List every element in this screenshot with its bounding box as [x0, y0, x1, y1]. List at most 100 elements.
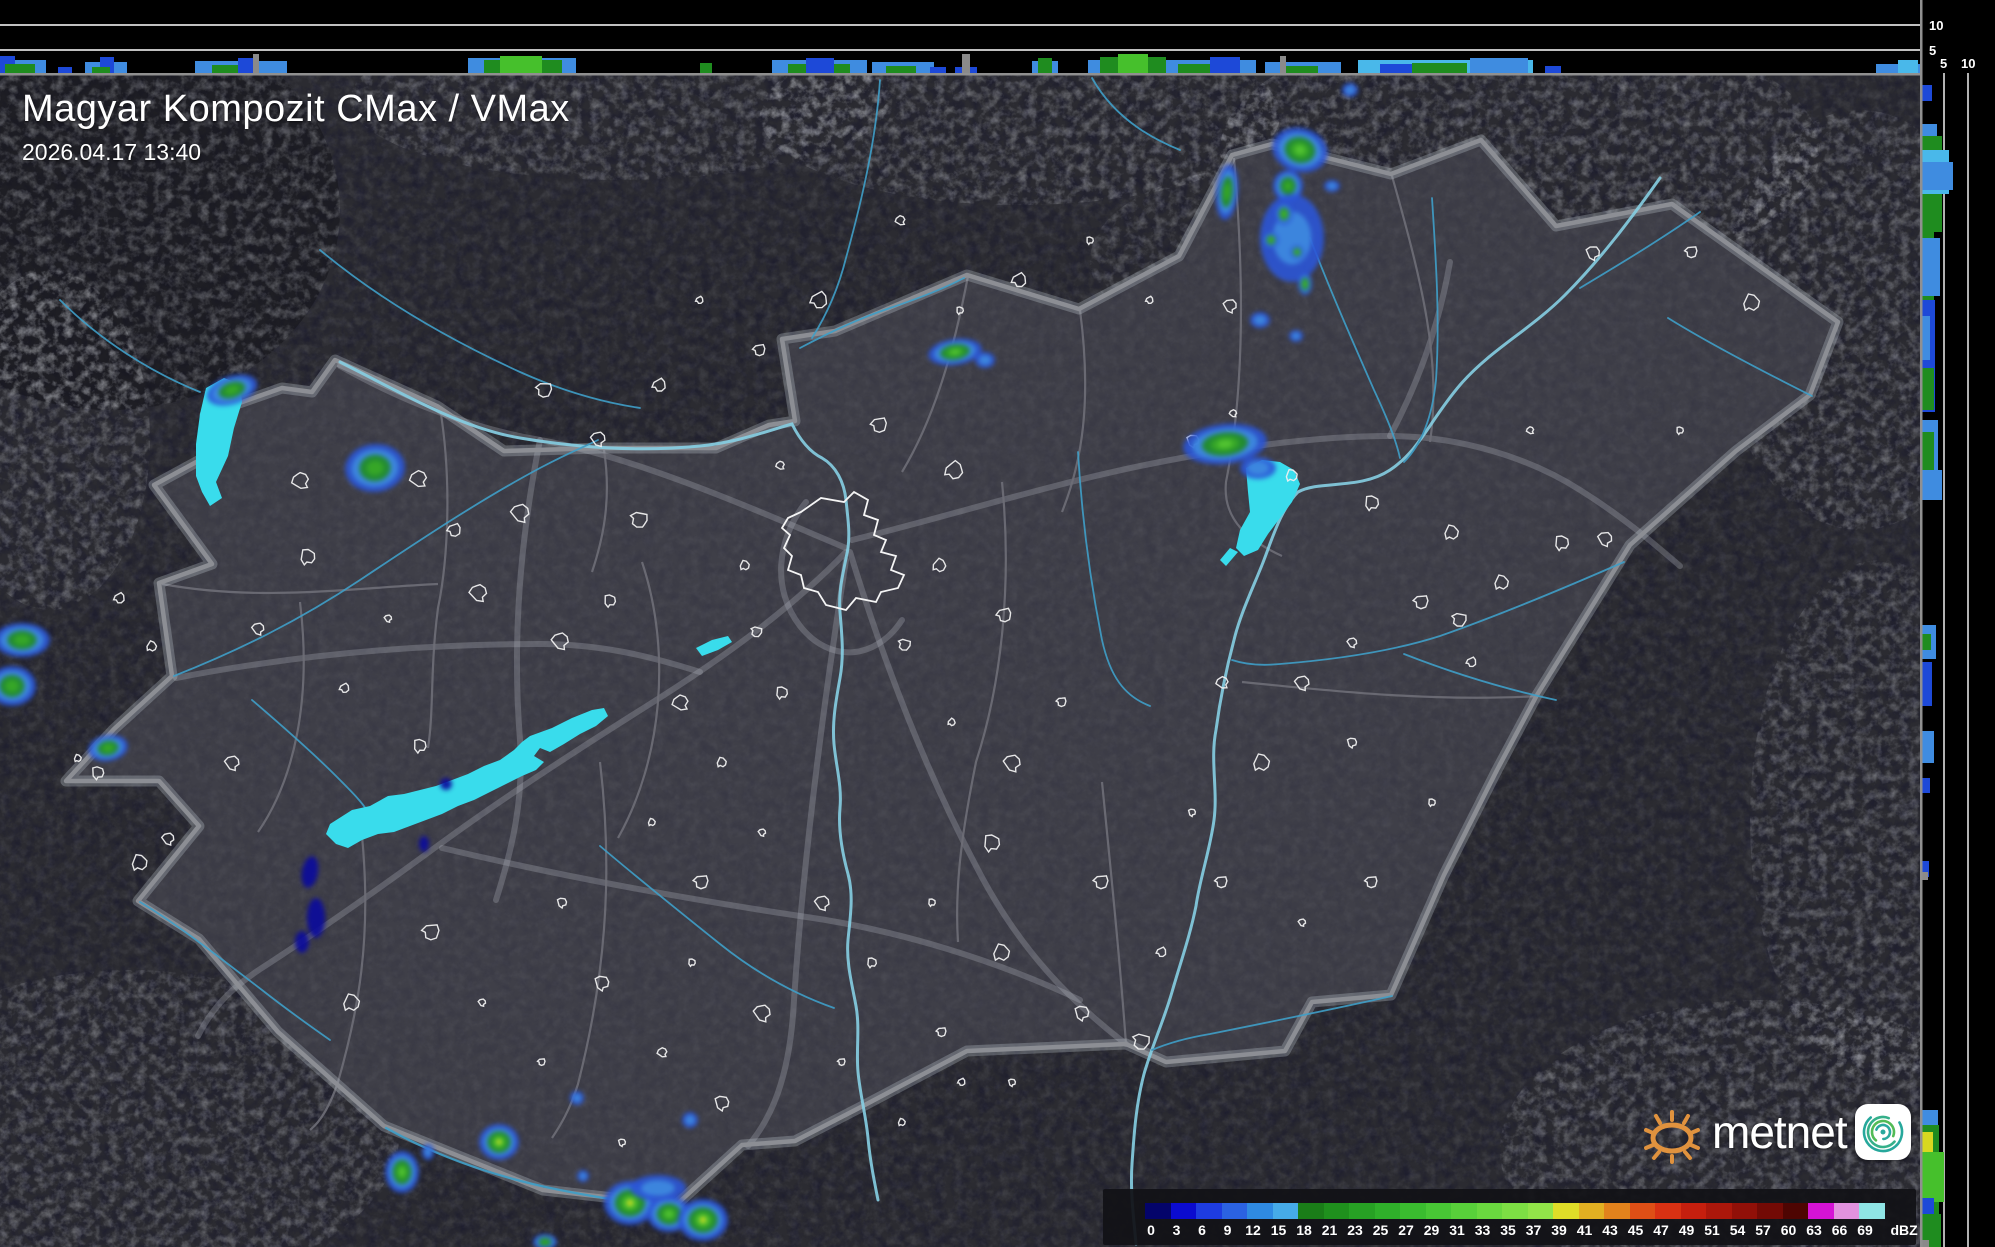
echo-blob — [1263, 232, 1279, 248]
profile-echo-bar — [1922, 238, 1940, 296]
legend-color-segment — [1323, 1203, 1349, 1219]
echo-layer — [307, 898, 325, 938]
echo-blob — [422, 1144, 434, 1160]
radar-map: 10 55 10 — [0, 0, 1995, 1247]
dbz-legend: 0 3 6 9 12 15 18 21 23 25 27 29 31 33 35 37 39 41 43 45 47 49… — [1103, 1189, 1918, 1245]
terrain-background — [0, 10, 1995, 1247]
profile-echo-bar — [1922, 1240, 1929, 1247]
echo-blob — [1289, 330, 1303, 342]
profile-echo-bar — [886, 66, 916, 73]
echo-blob — [385, 1151, 419, 1193]
legend-color-segment — [1221, 1203, 1247, 1219]
echo-blob — [1298, 273, 1312, 295]
legend-color-segment — [1629, 1203, 1655, 1219]
legend-color-segment — [1553, 1203, 1579, 1219]
echo-layer — [496, 1139, 502, 1145]
legend-color-segment — [1400, 1203, 1426, 1219]
profile-echo-bar — [1545, 66, 1561, 73]
echo-blob — [577, 1170, 589, 1182]
echo-layer — [979, 355, 991, 365]
echo-blob — [1240, 457, 1276, 479]
echo-layer — [14, 634, 30, 646]
profile-echo-bar — [1898, 60, 1918, 73]
echo-blob — [1250, 312, 1270, 328]
legend-color-segment — [1731, 1203, 1757, 1219]
height-axis-label: 10 — [1961, 56, 1975, 71]
legend-color-segment — [1527, 1203, 1553, 1219]
legend-color-segment — [1859, 1203, 1885, 1219]
echo-blob — [1290, 245, 1304, 259]
echo-layer — [572, 1093, 582, 1103]
metnet-wordmark: metnet — [1712, 1106, 1848, 1158]
metnet-logo[interactable]: metnet — [1642, 1100, 1911, 1164]
profile-echo-bar — [1922, 731, 1934, 763]
profile-echo-bar — [806, 58, 834, 73]
echo-layer — [641, 1180, 675, 1196]
right-strip-separator — [1920, 0, 1923, 1247]
profile-echo-bar — [1922, 368, 1934, 410]
legend-color-segment — [1757, 1203, 1783, 1219]
echo-layer — [1283, 181, 1293, 191]
legend-color-segment — [1425, 1203, 1451, 1219]
profile-echo-bar — [1038, 58, 1052, 73]
echo-layer — [579, 1172, 587, 1180]
profile-echo-bar — [1118, 54, 1148, 73]
echo-layer — [1254, 315, 1266, 325]
echo-layer — [398, 1167, 406, 1177]
legend-color-segment — [1604, 1203, 1630, 1219]
legend-color-segment — [1680, 1203, 1706, 1219]
echo-layer — [685, 1115, 695, 1125]
legend-color-segment — [1170, 1203, 1196, 1219]
profile-echo-bar — [1280, 56, 1286, 73]
legend-color-segment — [1578, 1203, 1604, 1219]
profile-echo-bar — [1922, 1152, 1944, 1202]
right-profile-strip — [1920, 0, 1995, 1247]
echo-blob — [1342, 83, 1358, 97]
legend-color-segment — [1782, 1203, 1808, 1219]
profile-echo-bar — [1922, 1132, 1933, 1152]
echo-layer — [1291, 332, 1301, 340]
legend-color-segment — [1247, 1203, 1273, 1219]
echo-blob — [1324, 180, 1340, 192]
height-axis-label: 5 — [1940, 56, 1947, 71]
echo-blob — [1275, 203, 1293, 225]
legend-color-segment — [1145, 1203, 1171, 1219]
echo-layer — [1345, 85, 1355, 95]
spiral-icon — [1862, 1111, 1903, 1153]
echo-layer — [440, 778, 452, 790]
profile-echo-bar — [5, 64, 35, 73]
radar-composite-page: 10 5 5 10 Magyar Kompozit CMax / VMax 2026.… — [0, 0, 1995, 1247]
echo-layer — [419, 836, 429, 852]
height-axis-label: 5 — [1929, 43, 1936, 58]
metnet-app-icon — [1854, 1104, 1911, 1160]
title-block: Magyar Kompozit CMax / VMax 2026.04.17 1… — [22, 88, 570, 166]
echo-layer — [1295, 250, 1299, 254]
echo-layer — [700, 1217, 706, 1223]
profile-echo-bar — [1922, 316, 1930, 360]
echo-layer — [541, 1239, 549, 1245]
legend-unit-label: dBZ — [1890, 1222, 1918, 1238]
echo-blob — [570, 1091, 584, 1105]
legend-color-segment — [1196, 1203, 1222, 1219]
echo-blob — [440, 778, 452, 790]
profile-echo-bar — [1922, 778, 1930, 793]
profile-echo-bar — [1286, 66, 1318, 73]
profile-echo-bar — [1922, 634, 1931, 650]
profile-echo-bar — [1412, 63, 1467, 73]
sun-icon — [1644, 1110, 1700, 1164]
legend-color-segment — [1502, 1203, 1528, 1219]
echo-layer — [424, 1147, 432, 1157]
echo-layer — [1327, 182, 1337, 190]
page-title: Magyar Kompozit CMax / VMax — [22, 88, 570, 130]
legend-tick-label: 69 — [1857, 1222, 1873, 1238]
echo-blob — [682, 1112, 698, 1128]
profile-echo-bar — [930, 67, 946, 73]
echo-layer — [295, 931, 309, 953]
echo-layer — [626, 1199, 634, 1207]
legend-color-segment — [1374, 1203, 1400, 1219]
legend-color-segment — [1655, 1203, 1681, 1219]
profile-echo-bar — [1922, 470, 1942, 500]
echo-blob — [678, 1199, 728, 1241]
legend-color-segment — [1833, 1203, 1859, 1219]
profile-echo-bar — [500, 56, 542, 73]
